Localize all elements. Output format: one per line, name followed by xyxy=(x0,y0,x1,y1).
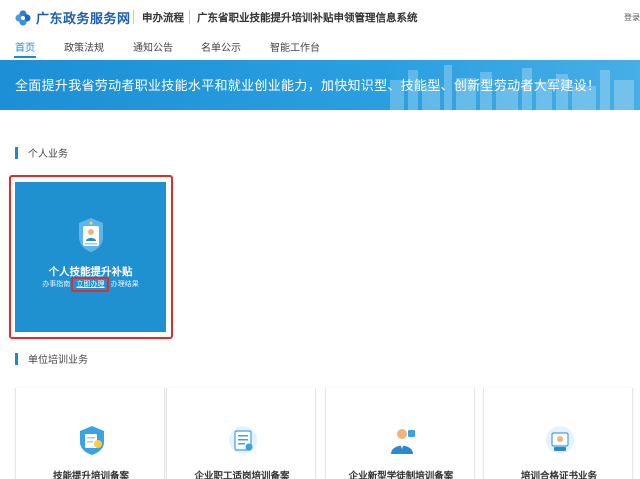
login-link[interactable]: 登录 xyxy=(624,12,640,23)
nav-item-notice[interactable]: 通知公告 xyxy=(133,39,173,54)
site-logo[interactable]: 广东政务服务网 xyxy=(14,8,131,27)
guide-link[interactable]: 办事指南 xyxy=(42,279,70,289)
nav-item-policy[interactable]: 政策法规 xyxy=(64,39,104,54)
unit-section-title: 单位培训业务 xyxy=(28,355,88,366)
trainer-person-icon xyxy=(391,429,415,454)
document-form-icon xyxy=(229,426,257,454)
unit-card-label: 企业职工适岗培训备案 xyxy=(194,471,290,479)
nav-item-home[interactable]: 首页 xyxy=(15,39,35,54)
unit-card-label: 企业新型学徒制培训备案 xyxy=(348,471,454,479)
active-tab-indicator xyxy=(14,56,36,58)
unit-card-employee-training[interactable]: 企业职工适岗培训备案 xyxy=(166,388,316,479)
banner: 全面提升我省劳动者职业技能水平和就业创业能力，加快知识型、技能型、创新型劳动者大… xyxy=(0,60,640,110)
section-marker xyxy=(15,352,18,365)
header-divider xyxy=(133,10,134,24)
guangdong-flower-logo-icon xyxy=(15,9,31,26)
unit-card-apprentice-training[interactable]: 企业新型学徒制培训备案 xyxy=(325,388,475,479)
banner-slogan: 全面提升我省劳动者职业技能水平和就业创业能力，加快知识型、技能型、创新型劳动者大… xyxy=(15,79,601,94)
id-card-person-icon xyxy=(79,218,103,252)
unit-card-certificate[interactable]: 培训合格证书业务 xyxy=(483,388,633,479)
main-nav: 首页 政策法规 通知公告 名单公示 智能工作台 xyxy=(0,36,640,58)
unit-card-label: 技能提升培训备案 xyxy=(52,471,129,479)
nav-item-workbench[interactable]: 智能工作台 xyxy=(270,39,320,54)
skill-certificate-icon xyxy=(80,426,104,455)
system-title: 广东省职业技能提升培训补贴申领管理信息系统 xyxy=(197,12,418,24)
header-divider xyxy=(189,10,190,24)
unit-card-label: 培训合格证书业务 xyxy=(520,471,597,479)
site-name: 广东政务服务网 xyxy=(36,12,131,27)
apply-highlight-box xyxy=(71,277,109,292)
section-title[interactable]: 申办流程 xyxy=(142,10,184,25)
top-header: 广东政务服务网 申办流程 广东省职业技能提升培训补贴申领管理信息系统 登录 xyxy=(0,0,640,36)
unit-card-skill-training[interactable]: 技能提升培训备案 xyxy=(15,388,165,479)
personal-section-header: 个人业务 xyxy=(15,145,68,160)
result-link[interactable]: 办理结果 xyxy=(111,279,139,289)
personal-section-title: 个人业务 xyxy=(28,149,68,160)
nav-item-publicity[interactable]: 名单公示 xyxy=(201,39,241,54)
section-marker xyxy=(15,146,18,159)
personal-skill-subsidy-card[interactable]: 个人技能提升补贴 办事指南 立即办理 办理结果 xyxy=(15,182,166,332)
certificate-badge-icon xyxy=(546,426,574,454)
unit-section-header: 单位培训业务 xyxy=(15,351,88,366)
